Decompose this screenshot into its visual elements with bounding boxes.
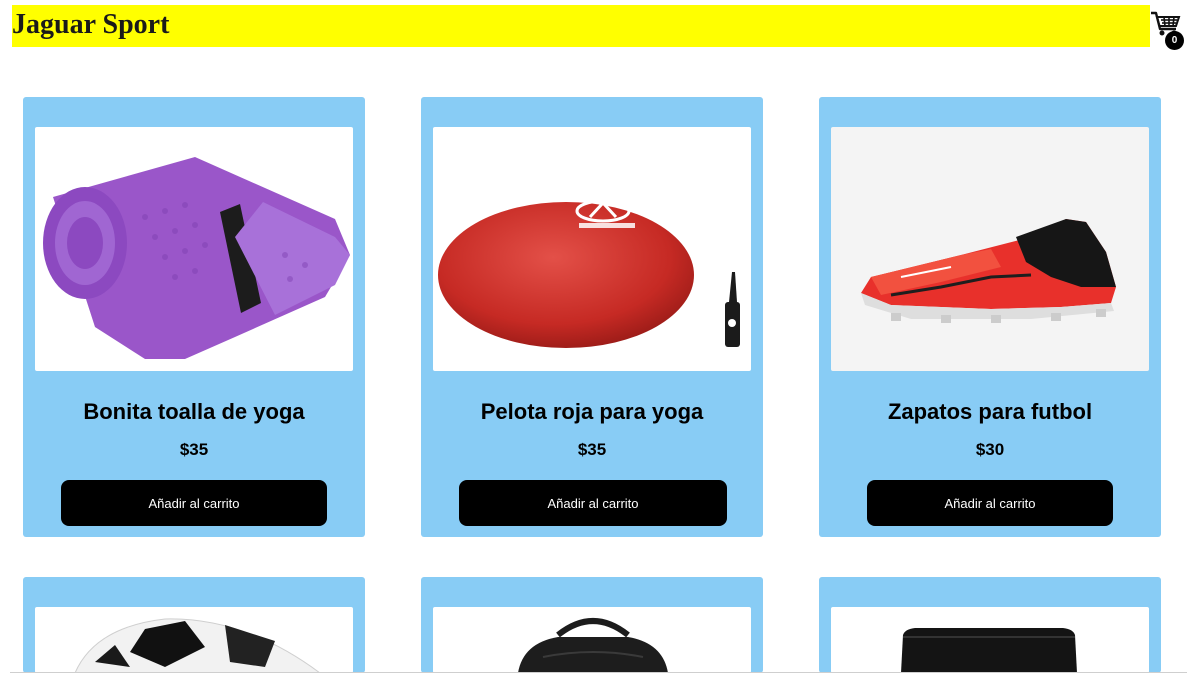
soccer-ball-icon [74,618,321,673]
add-to-cart-button[interactable]: Añadir al carrito [61,480,327,526]
yoga-towel-icon [43,157,350,359]
yoga-ball-icon [438,199,740,348]
product-image [35,607,353,673]
product-price: $35 [577,440,607,459]
product-card: Pelota roja para yoga $35 Añadir al carr… [421,97,763,537]
product-card [421,577,763,673]
product-price: $30 [975,440,1005,459]
product-name: Bonita toalla de yoga [83,399,305,424]
product-image [35,127,353,371]
product-image [433,127,751,371]
product-image [831,127,1149,371]
backpack-icon [518,618,668,673]
brand-title: Jaguar Sport [12,9,170,40]
product-price: $35 [179,440,209,459]
product-image [831,607,1149,673]
product-name: Zapatos para futbol [887,399,1093,424]
product-image [433,607,751,673]
product-card [819,577,1161,673]
product-card: Zapatos para futbol $30 Añadir al carrit… [819,97,1161,537]
add-to-cart-button[interactable]: Añadir al carrito [867,480,1113,526]
header-bar: Jaguar Sport [12,5,1150,47]
product-card: Bonita toalla de yoga $35 Añadir al carr… [23,97,365,537]
football-boot-icon [861,219,1116,323]
cart-count-badge: 0 [1165,31,1184,50]
add-to-cart-button[interactable]: Añadir al carrito [459,480,727,526]
gym-bag-icon [901,628,1077,673]
cart-button[interactable]: 0 [1150,10,1186,52]
product-card [23,577,365,673]
product-name: Pelota roja para yoga [480,399,704,424]
